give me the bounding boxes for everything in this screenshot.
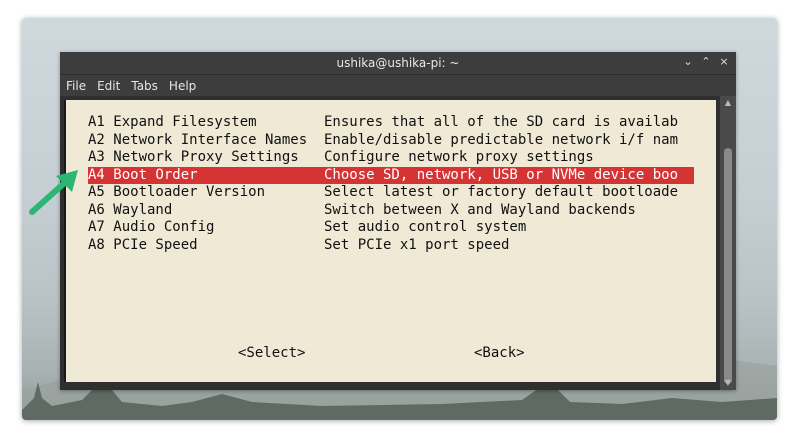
maximize-icon[interactable]: ⌃ xyxy=(700,55,712,69)
menu-option-a5[interactable]: A5 Bootloader Version Select latest or fa… xyxy=(88,184,694,202)
menu-edit[interactable]: Edit xyxy=(97,79,120,93)
select-button[interactable]: <Select> xyxy=(238,345,305,361)
menu-option-a1[interactable]: A1 Expand Filesystem Ensures that all of … xyxy=(88,114,694,132)
scrollbar-thumb[interactable] xyxy=(724,148,732,384)
menu-help[interactable]: Help xyxy=(169,79,196,93)
option-description: Ensures that all of the SD card is avail… xyxy=(324,114,679,130)
minimize-icon[interactable]: ⌄ xyxy=(682,55,694,69)
option-description: Switch between X and Wayland backends xyxy=(324,201,636,218)
option-key: A2 Network Interface Names xyxy=(88,131,308,148)
options-list: A1 Expand Filesystem Ensures that all of … xyxy=(88,114,694,254)
scroll-up-icon[interactable]: ▲ xyxy=(723,98,733,108)
option-description: Set audio control system xyxy=(324,219,527,235)
option-description: Select latest or factory default bootloa… xyxy=(324,184,679,200)
menu-tabs[interactable]: Tabs xyxy=(131,79,158,93)
option-key: A6 Wayland xyxy=(88,201,173,218)
option-key: A1 Expand Filesystem xyxy=(88,114,257,130)
desktop-background: ushika@ushika-pi: ~ ⌄ ⌃ × File Edit Tabs… xyxy=(22,18,777,420)
option-key: A7 Audio Config xyxy=(88,219,215,235)
scroll-down-icon[interactable]: ▼ xyxy=(723,378,733,388)
arrow-pointer-icon xyxy=(29,170,78,215)
option-key: A5 Bootloader Version xyxy=(88,184,266,200)
terminal-window: ushika@ushika-pi: ~ ⌄ ⌃ × File Edit Tabs… xyxy=(60,52,736,390)
window-title: ushika@ushika-pi: ~ xyxy=(336,56,460,70)
terminal-area: A1 Expand Filesystem Ensures that all of … xyxy=(60,96,736,390)
option-key: A4 Boot Order xyxy=(88,166,198,183)
menu-bar: File Edit Tabs Help xyxy=(60,74,736,97)
menu-file[interactable]: File xyxy=(66,79,86,93)
menu-option-a4[interactable]: A4 Boot Order Choose SD, network, USB or … xyxy=(88,166,694,184)
scrollbar[interactable]: ▲ ▼ xyxy=(720,96,736,390)
option-description: Set PCIe x1 port speed xyxy=(324,236,510,253)
option-description: Choose SD, network, USB or NVMe device b… xyxy=(324,166,679,183)
close-icon[interactable]: × xyxy=(718,55,730,69)
back-button[interactable]: <Back> xyxy=(474,345,525,361)
menu-option-a6[interactable]: A6 Wayland Switch between X and Wayland b… xyxy=(88,202,694,220)
option-description: Configure network proxy settings xyxy=(324,149,594,165)
option-key: A3 Network Proxy Settings xyxy=(88,149,299,165)
window-titlebar[interactable]: ushika@ushika-pi: ~ ⌄ ⌃ × xyxy=(60,52,736,74)
option-key: A8 PCIe Speed xyxy=(88,236,198,253)
raspi-config-dialog: A1 Expand Filesystem Ensures that all of … xyxy=(64,100,716,382)
menu-option-a8[interactable]: A8 PCIe Speed Set PCIe x1 port speed xyxy=(88,237,694,255)
option-description: Enable/disable predictable network i/f n… xyxy=(324,131,679,148)
menu-option-a7[interactable]: A7 Audio Config Set audio control system xyxy=(88,219,694,237)
menu-option-a2[interactable]: A2 Network Interface Names Enable/disable… xyxy=(88,132,694,150)
menu-option-a3[interactable]: A3 Network Proxy Settings Configure netwo… xyxy=(88,149,694,167)
